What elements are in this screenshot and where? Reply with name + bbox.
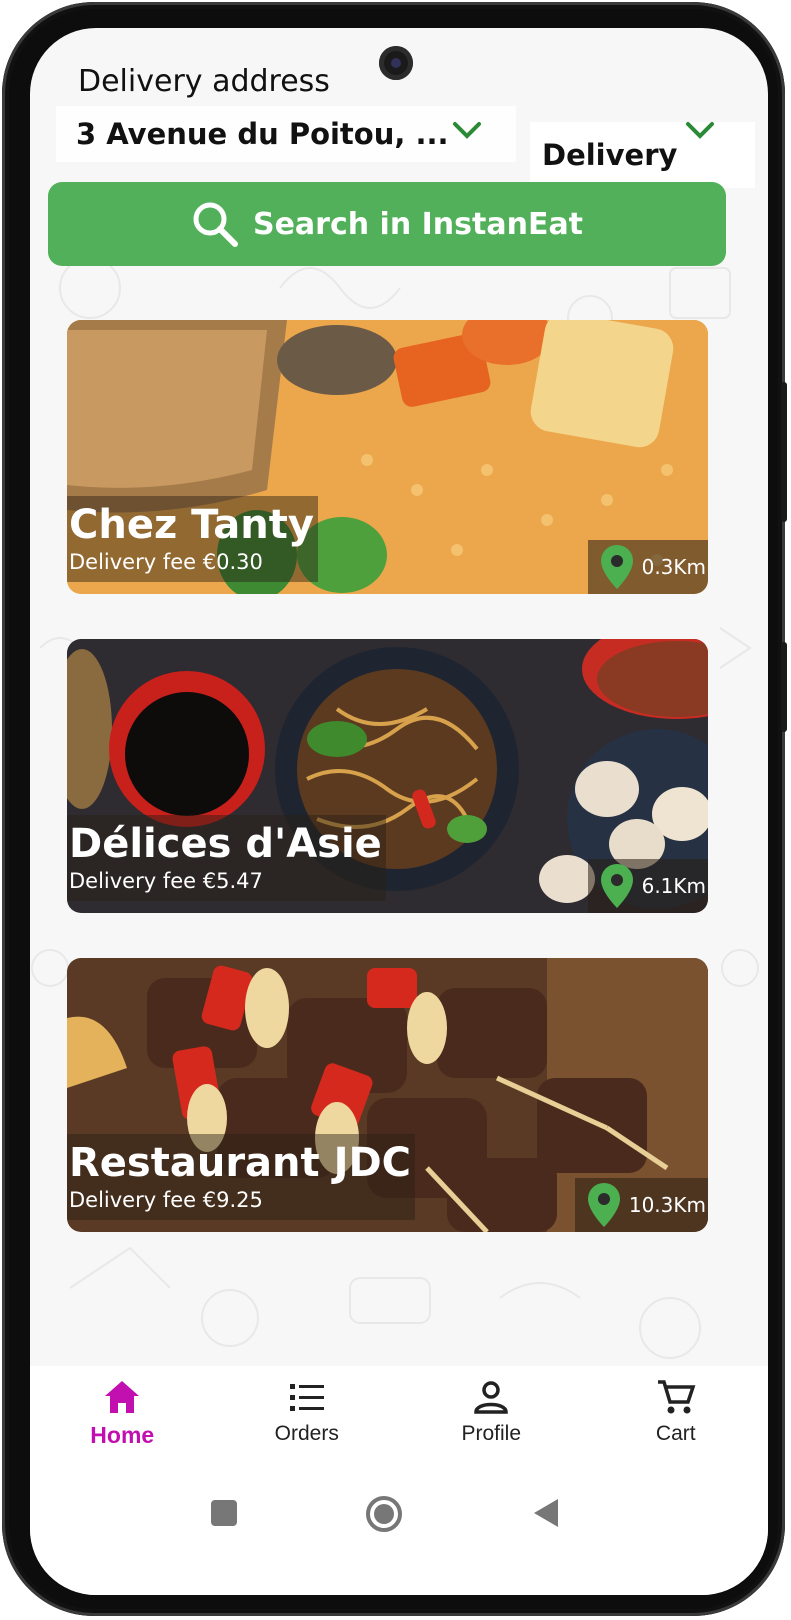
delivery-mode-value: Delivery xyxy=(542,138,678,172)
volume-button xyxy=(781,382,787,522)
distance-value: 0.3Km xyxy=(641,555,706,579)
person-icon xyxy=(474,1381,509,1414)
nav-cart-label: Cart xyxy=(655,1422,696,1445)
nav-profile-label: Profile xyxy=(461,1422,522,1445)
delivery-address-label: Delivery address xyxy=(78,64,330,99)
app-screen: Delivery address 3 Avenue du Poitou, ...… xyxy=(30,28,768,1595)
distance-badge: 6.1Km xyxy=(587,859,708,913)
location-pin-icon xyxy=(600,864,633,908)
restaurant-name-box: Chez Tanty Delivery fee €0.30 xyxy=(67,496,318,582)
list-icon xyxy=(289,1384,324,1411)
search-button[interactable]: Search in InstanEat xyxy=(48,182,726,266)
restaurant-name: Chez Tanty xyxy=(69,502,314,548)
distance-badge: 10.3Km xyxy=(574,1178,708,1232)
restaurant-name: Délices d'Asie xyxy=(69,821,382,867)
restaurant-name: Restaurant JDC xyxy=(69,1140,412,1186)
distance-value: 6.1Km xyxy=(641,874,706,898)
power-button xyxy=(781,642,787,732)
home-circle-icon[interactable] xyxy=(365,1495,403,1533)
nav-home-label: Home xyxy=(90,1422,155,1448)
chevron-down-icon[interactable] xyxy=(452,120,482,142)
nav-orders-label: Orders xyxy=(274,1422,339,1445)
address-value: 3 Avenue du Poitou, ... xyxy=(76,117,449,151)
search-label: Search in InstanEat xyxy=(252,206,584,242)
nav-home[interactable]: Home xyxy=(30,1366,215,1471)
delivery-fee: Delivery fee €0.30 xyxy=(69,550,263,574)
nav-orders[interactable]: Orders xyxy=(215,1366,400,1471)
distance-badge: 0.3Km xyxy=(587,540,708,594)
bottom-navigation: Home Orders Profile Cart xyxy=(30,1366,768,1471)
search-icon xyxy=(193,202,238,247)
restaurant-card[interactable]: Restaurant JDC Delivery fee €9.25 10.3Km xyxy=(67,958,708,1232)
location-pin-icon xyxy=(587,1183,620,1227)
home-icon xyxy=(105,1381,140,1413)
nav-cart[interactable]: Cart xyxy=(584,1366,769,1471)
system-navigation-bar xyxy=(30,1471,768,1595)
restaurant-name-box: Restaurant JDC Delivery fee €9.25 xyxy=(67,1134,416,1220)
cart-icon xyxy=(657,1380,696,1414)
chevron-down-icon[interactable] xyxy=(685,120,715,142)
back-icon[interactable] xyxy=(532,1497,560,1529)
delivery-fee: Delivery fee €5.47 xyxy=(69,869,263,893)
restaurant-name-box: Délices d'Asie Delivery fee €5.47 xyxy=(67,815,386,901)
phone-frame: Delivery address 3 Avenue du Poitou, ...… xyxy=(2,2,787,1616)
distance-value: 10.3Km xyxy=(628,1193,706,1217)
restaurant-card[interactable]: Délices d'Asie Delivery fee €5.47 6.1Km xyxy=(67,639,708,913)
nav-profile[interactable]: Profile xyxy=(399,1366,584,1471)
delivery-fee: Delivery fee €9.25 xyxy=(69,1188,263,1212)
location-pin-icon xyxy=(600,545,633,589)
address-selector[interactable]: 3 Avenue du Poitou, ... xyxy=(56,106,516,162)
delivery-mode-selector[interactable]: Delivery xyxy=(530,122,755,188)
restaurant-card[interactable]: Chez Tanty Delivery fee €0.30 0.3Km xyxy=(67,320,708,594)
front-camera xyxy=(379,46,413,80)
recent-apps-icon[interactable] xyxy=(210,1499,238,1527)
